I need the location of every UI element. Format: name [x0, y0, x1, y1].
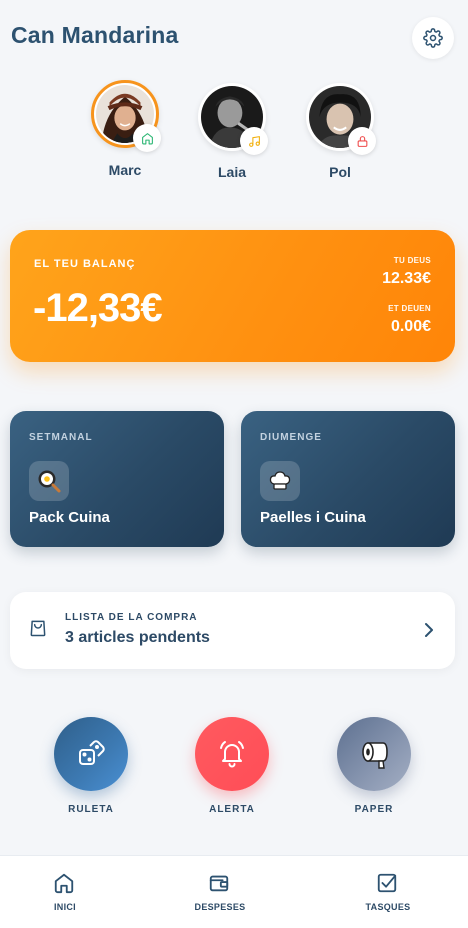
member-name: Pol — [329, 164, 351, 180]
shopping-list-card[interactable]: LLISTA DE LA COMPRA 3 articles pendents — [10, 592, 455, 669]
page-title: Can Mandarina — [11, 22, 179, 48]
music-badge — [240, 127, 268, 155]
nav-item-inici[interactable]: INICI — [5, 856, 125, 928]
nav-label: TASQUES — [365, 902, 411, 912]
balance-card[interactable]: EL TEU BALANÇ -12,33€ TU DEUS 12.33€ ET … — [10, 230, 455, 362]
nav-label: INICI — [53, 902, 76, 912]
alerta-action[interactable]: ALERTA — [182, 717, 282, 822]
settings-button[interactable] — [412, 17, 454, 59]
task-icon-box — [260, 461, 300, 501]
shopping-list-label: LLISTA DE LA COMPRA — [65, 612, 198, 623]
frying-pan-icon — [38, 470, 61, 493]
paper-button[interactable] — [337, 717, 411, 791]
alerta-button[interactable] — [195, 717, 269, 791]
nav-item-despeses[interactable]: DESPESES — [160, 856, 280, 928]
nav-label: DESPESES — [194, 902, 246, 912]
task-name: Pack Cuina — [29, 509, 110, 526]
task-frequency: DIUMENGE — [260, 432, 322, 443]
member-pol[interactable]: Pol — [300, 80, 380, 190]
ruleta-action[interactable]: RULETA — [41, 717, 141, 822]
member-marc[interactable]: Marc — [85, 80, 165, 190]
toilet-paper-icon — [362, 742, 388, 769]
member-laia[interactable]: Laia — [192, 80, 272, 190]
paper-label: PAPER — [354, 804, 394, 815]
lock-icon — [357, 135, 367, 147]
task-card-pack-cuina[interactable]: SETMANAL Pack Cuina — [10, 411, 224, 547]
task-card-paelles[interactable]: DIUMENGE Paelles i Cuina — [241, 411, 455, 547]
owe-label: TU DEUS — [393, 256, 431, 265]
bottom-nav: INICI DESPESES TASQUES — [0, 855, 468, 928]
balance-label: EL TEU BALANÇ — [34, 258, 136, 270]
lock-badge — [348, 127, 376, 155]
bell-icon — [220, 741, 244, 768]
owed-value: 0.00€ — [390, 318, 431, 335]
checkbox-icon — [377, 873, 397, 893]
member-list: Marc Laia Pol — [0, 80, 468, 190]
task-icon-box — [29, 461, 69, 501]
shopping-pending-count: 3 articles pendents — [65, 629, 210, 646]
chef-hat-icon — [269, 471, 291, 490]
home-icon — [141, 132, 153, 144]
paper-action[interactable]: PAPER — [324, 717, 424, 822]
task-name: Paelles i Cuina — [260, 509, 366, 526]
gear-icon — [423, 28, 443, 48]
member-name: Marc — [108, 162, 142, 178]
header: Can Mandarina — [0, 0, 468, 80]
owed-label: ET DEUEN — [388, 304, 431, 313]
wallet-icon — [209, 875, 229, 892]
ruleta-label: RULETA — [68, 804, 114, 815]
balance-amount: -12,33€ — [33, 286, 163, 330]
music-note-icon — [248, 135, 260, 147]
ruleta-button[interactable] — [54, 717, 128, 791]
nav-item-tasques[interactable]: TASQUES — [328, 856, 448, 928]
member-name: Laia — [217, 164, 246, 180]
owe-value: 12.33€ — [382, 270, 431, 287]
task-frequency: SETMANAL — [29, 432, 93, 443]
alerta-label: ALERTA — [209, 804, 255, 815]
chevron-right-icon — [423, 621, 435, 644]
shopping-bag-icon — [28, 617, 48, 644]
home-badge — [133, 124, 161, 152]
home-icon — [54, 873, 74, 894]
dice-icon — [79, 740, 105, 765]
